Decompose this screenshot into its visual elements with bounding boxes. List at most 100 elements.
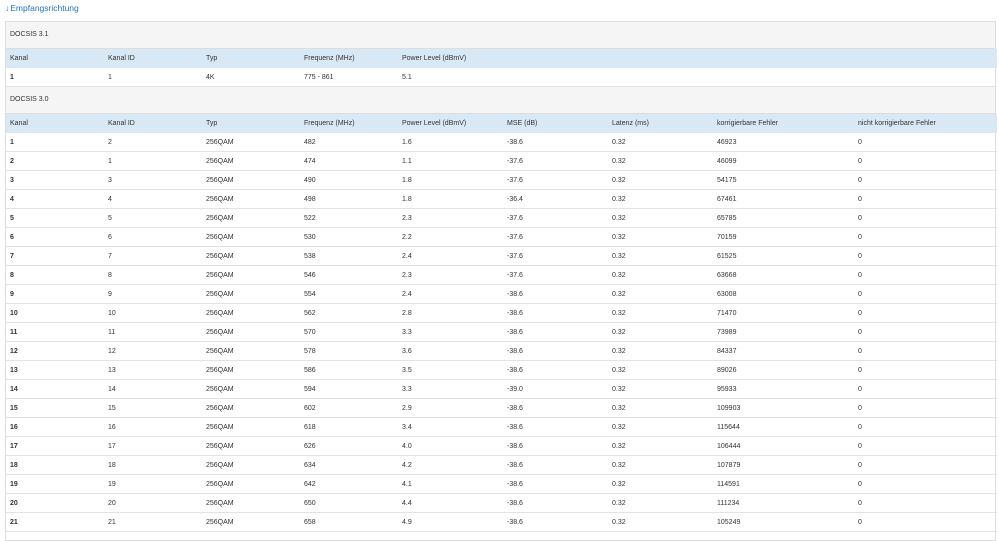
table-cell: 562 [300, 303, 398, 323]
table-cell: 106444 [713, 436, 854, 456]
table-cell: 256QAM [202, 512, 300, 532]
column-header-empty [608, 49, 713, 68]
table-cell: 20 [104, 493, 202, 513]
table-cell: 256QAM [202, 455, 300, 475]
column-header: Kanal [6, 114, 104, 133]
table-cell: -38.6 [503, 133, 608, 152]
table-cell: 0.32 [608, 303, 713, 323]
table-cell: -38.6 [503, 455, 608, 475]
table-cell: 0.32 [608, 379, 713, 399]
table-cell: 0.32 [608, 265, 713, 285]
table-cell: 2.9 [398, 398, 503, 418]
table-cell: 46923 [713, 133, 854, 152]
table-cell: 0 [854, 436, 997, 456]
table-cell: 578 [300, 341, 398, 361]
table-cell: 0 [854, 246, 997, 266]
table-cell: -38.6 [503, 493, 608, 513]
table-cell: 0.32 [608, 417, 713, 437]
table-cell: 46099 [713, 151, 854, 171]
table-cell: 0 [854, 133, 997, 152]
kanal-cell: 20 [6, 493, 104, 513]
column-header: Frequenz (MHz) [300, 114, 398, 133]
table-cell: 3.5 [398, 360, 503, 380]
table-cell: 2.8 [398, 303, 503, 323]
table-cell: 256QAM [202, 284, 300, 304]
table-cell: 71470 [713, 303, 854, 323]
table-cell: 0 [854, 208, 997, 228]
kanal-cell: 21 [6, 512, 104, 532]
table-cell: 0.32 [608, 398, 713, 418]
table-cell: 4.1 [398, 474, 503, 494]
table-cell: 775 - 861 [300, 68, 398, 87]
table-cell-empty [854, 68, 997, 87]
table-cell: -37.6 [503, 265, 608, 285]
table-cell: 554 [300, 284, 398, 304]
table-cell: 0 [854, 512, 997, 532]
kanal-cell: 6 [6, 227, 104, 247]
table-cell: 11 [104, 322, 202, 342]
kanal-cell: 19 [6, 474, 104, 494]
table-cell: 0 [854, 151, 997, 171]
kanal-cell: 5 [6, 208, 104, 228]
column-header-empty [854, 49, 997, 68]
table-cell: 256QAM [202, 322, 300, 342]
kanal-cell: 10 [6, 303, 104, 323]
kanal-cell: 3 [6, 170, 104, 190]
table-cell: 19 [104, 474, 202, 494]
column-header: Typ [202, 114, 300, 133]
table-cell: 2.4 [398, 284, 503, 304]
table-cell: 0 [854, 189, 997, 209]
table-cell: 634 [300, 455, 398, 475]
table-cell: -38.6 [503, 417, 608, 437]
table-row: 2 1 256QAM 474 1.1 -37.6 0.32 46099 0 [6, 151, 997, 171]
empfangsrichtung-toggle[interactable]: ↓Empfangsrichtung [5, 3, 79, 13]
table-cell: 490 [300, 170, 398, 190]
table-cell: -36.4 [503, 189, 608, 209]
table-cell: -37.6 [503, 151, 608, 171]
column-header-empty [503, 49, 608, 68]
column-header: Latenz (ms) [608, 114, 713, 133]
table-row: 5 5 256QAM 522 2.3 -37.6 0.32 65785 0 [6, 208, 997, 228]
table-cell: 17 [104, 436, 202, 456]
table-cell: 4.2 [398, 455, 503, 475]
downstream-panel: DOCSIS 3.1 Kanal Kanal ID Typ Frequenz (MHz… [5, 21, 997, 541]
table-cell: -37.6 [503, 227, 608, 247]
table-cell: 2.4 [398, 246, 503, 266]
table-cell: 256QAM [202, 151, 300, 171]
table-cell: 7 [104, 246, 202, 266]
table-cell: -38.6 [503, 398, 608, 418]
kanal-cell: 1 [6, 133, 104, 152]
table-cell: 0 [854, 417, 997, 437]
column-header: Kanal ID [104, 114, 202, 133]
table-cell: 89026 [713, 360, 854, 380]
table-cell: 115644 [713, 417, 854, 437]
table-cell: -38.6 [503, 474, 608, 494]
table-cell: 256QAM [202, 265, 300, 285]
column-header-empty [713, 49, 854, 68]
table-cell: 256QAM [202, 170, 300, 190]
table-cell: 3.6 [398, 341, 503, 361]
kanal-cell: 16 [6, 417, 104, 437]
table-cell: 6 [104, 227, 202, 247]
table-cell: 3 [104, 170, 202, 190]
table-cell: 0.32 [608, 436, 713, 456]
table-cell: 8 [104, 265, 202, 285]
table-cell: 63008 [713, 284, 854, 304]
table-cell: 4K [202, 68, 300, 87]
kanal-cell: 18 [6, 455, 104, 475]
table-cell: 0.32 [608, 151, 713, 171]
table-cell: 256QAM [202, 227, 300, 247]
table-row: 16 16 256QAM 618 3.4 -38.6 0.32 115644 0 [6, 417, 997, 437]
table-cell: -38.6 [503, 284, 608, 304]
table-row: 6 6 256QAM 530 2.2 -37.6 0.32 70159 0 [6, 227, 997, 247]
table-cell: 650 [300, 493, 398, 513]
table-cell: 1.6 [398, 133, 503, 152]
table-cell: 256QAM [202, 303, 300, 323]
docsis31-table: Kanal Kanal ID Typ Frequenz (MHz) Power Leve… [6, 49, 997, 87]
table-cell: 70159 [713, 227, 854, 247]
table-cell: 0.32 [608, 208, 713, 228]
table-cell: 642 [300, 474, 398, 494]
table-cell: -39.0 [503, 379, 608, 399]
table-row: 11 11 256QAM 570 3.3 -38.6 0.32 73989 0 [6, 322, 997, 342]
table-row: 14 14 256QAM 594 3.3 -39.0 0.32 95933 0 [6, 379, 997, 399]
